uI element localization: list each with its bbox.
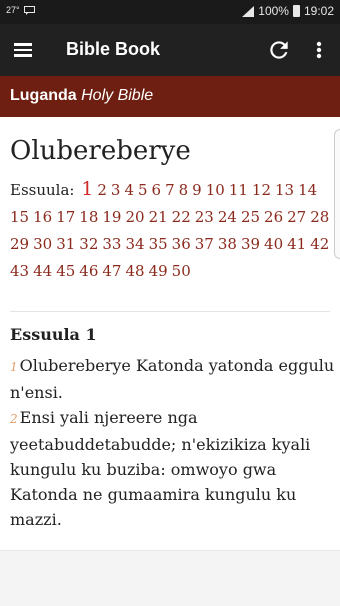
- verse-number: 2: [10, 412, 18, 426]
- bible-header: Luganda Holy Bible: [0, 76, 340, 117]
- chapter-link[interactable]: 11: [229, 177, 248, 204]
- chapter-link[interactable]: 1: [81, 176, 93, 203]
- chapter-link[interactable]: 15: [10, 204, 29, 231]
- chapter-link[interactable]: 16: [33, 204, 52, 231]
- verse: 2 Ensi yali njereere nga yeetabuddetabudd…: [10, 405, 335, 532]
- chapter-link[interactable]: 35: [149, 231, 168, 258]
- chapter-link[interactable]: 33: [102, 231, 121, 258]
- temperature-indicator: 27°: [6, 5, 20, 15]
- chapter-link[interactable]: 31: [56, 231, 75, 258]
- chapter-list: Essuula: 1 2 3 4 5 6 7 8 9 10 11 12 13 1415 16 17 18 19 20…: [10, 176, 335, 285]
- chapter-link[interactable]: 45: [56, 258, 75, 285]
- chapter-link[interactable]: 2: [97, 177, 107, 204]
- refresh-icon[interactable]: [266, 37, 292, 63]
- chapter-link[interactable]: 8: [179, 177, 189, 204]
- chapter-link[interactable]: 6: [152, 177, 162, 204]
- more-vert-icon[interactable]: [310, 37, 328, 63]
- content-area[interactable]: Olubereberye Essuula: 1 2 3 4 5 6 7 8 9 10 11 12 13 1…: [0, 117, 340, 557]
- chapter-link[interactable]: 29: [10, 231, 29, 258]
- battery-icon: [292, 5, 300, 17]
- chapter-link[interactable]: 43: [10, 258, 29, 285]
- chapter-link[interactable]: 7: [165, 177, 175, 204]
- verse-number: 1: [10, 360, 18, 374]
- verse-text: Olubereberye Katonda yatonda eggulu n'en…: [10, 356, 335, 402]
- chapter-link[interactable]: 46: [79, 258, 98, 285]
- chapters-label: Essuula:: [10, 181, 75, 199]
- chapter-link[interactable]: 17: [56, 204, 75, 231]
- chapter-link[interactable]: 39: [241, 231, 260, 258]
- chapter-link[interactable]: 25: [241, 204, 260, 231]
- chapter-link[interactable]: 20: [125, 204, 144, 231]
- chapter-link[interactable]: 49: [149, 258, 168, 285]
- chapter-link[interactable]: 48: [125, 258, 144, 285]
- chapter-link[interactable]: 36: [172, 231, 191, 258]
- menu-icon[interactable]: [12, 40, 34, 60]
- chapter-link[interactable]: 47: [102, 258, 121, 285]
- app-title: Bible Book: [66, 39, 161, 59]
- app-bar: Bible Book: [0, 24, 340, 76]
- chapter-link[interactable]: 44: [33, 258, 52, 285]
- chapter-link[interactable]: 34: [125, 231, 144, 258]
- verse-list: 1 Olubereberye Katonda yatonda eggulu n'e…: [10, 353, 335, 532]
- status-left: 27°: [6, 5, 35, 15]
- status-right: 100% 19:02: [242, 4, 334, 18]
- chapter-link[interactable]: 32: [79, 231, 98, 258]
- chapter-link[interactable]: 19: [102, 204, 121, 231]
- chapter-link[interactable]: 12: [252, 177, 271, 204]
- divider: [10, 311, 330, 312]
- chapter-link[interactable]: 42: [310, 231, 329, 258]
- chapter-link[interactable]: 27: [287, 204, 306, 231]
- chapter-link[interactable]: 37: [195, 231, 214, 258]
- signal-icon: [242, 5, 255, 17]
- verse: 1 Olubereberye Katonda yatonda eggulu n'e…: [10, 353, 335, 405]
- chapter-heading: Essuula 1: [10, 325, 97, 344]
- battery-percent: 100%: [258, 4, 289, 18]
- book-title: Olubereberye: [10, 136, 191, 166]
- chapter-link[interactable]: 24: [218, 204, 237, 231]
- status-bar: 27° 100% 19:02: [0, 0, 340, 24]
- chapter-link[interactable]: 40: [264, 231, 283, 258]
- chapter-link[interactable]: 23: [195, 204, 214, 231]
- chapter-link[interactable]: 13: [275, 177, 294, 204]
- chapter-link[interactable]: 50: [172, 258, 191, 285]
- chapter-link[interactable]: 30: [33, 231, 52, 258]
- chapter-link[interactable]: 4: [124, 177, 134, 204]
- message-icon: [23, 5, 35, 15]
- bible-subtitle: Holy Bible: [81, 87, 154, 104]
- clock: 19:02: [303, 4, 334, 18]
- chapter-link[interactable]: 14: [298, 177, 317, 204]
- chapter-link[interactable]: 10: [206, 177, 225, 204]
- chapter-link[interactable]: 28: [310, 204, 329, 231]
- chapter-link[interactable]: 21: [149, 204, 168, 231]
- chapter-link[interactable]: 38: [218, 231, 237, 258]
- chapter-link[interactable]: 18: [79, 204, 98, 231]
- chapter-link[interactable]: 41: [287, 231, 306, 258]
- chapter-link[interactable]: 22: [172, 204, 191, 231]
- chapter-link[interactable]: 26: [264, 204, 283, 231]
- chapter-link[interactable]: 5: [138, 177, 148, 204]
- verse-text: Ensi yali njereere nga yeetabuddetabudde…: [10, 408, 311, 529]
- language-label: Luganda: [10, 87, 77, 104]
- bottom-area: [0, 550, 340, 606]
- chapter-link[interactable]: 3: [111, 177, 121, 204]
- chapter-link[interactable]: 9: [192, 177, 202, 204]
